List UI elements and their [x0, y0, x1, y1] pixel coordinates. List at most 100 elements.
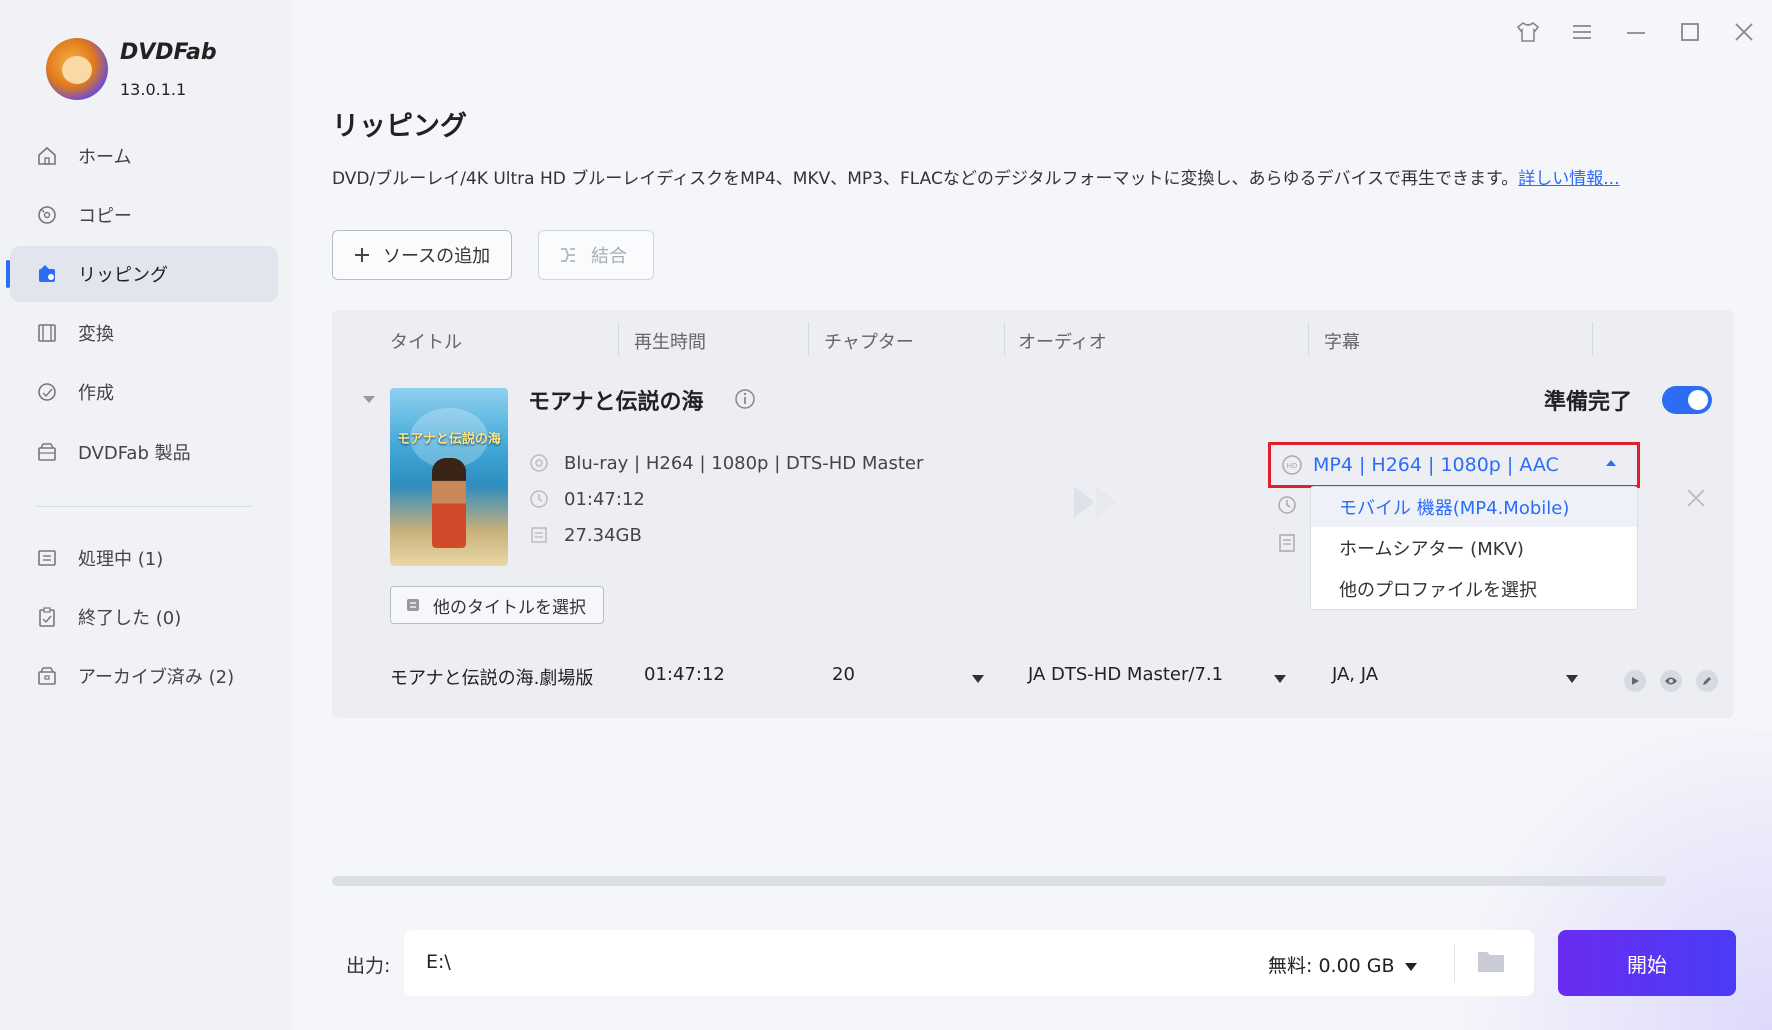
merge-button[interactable]: 結合 [538, 230, 654, 280]
edit-pencil-icon[interactable] [1696, 670, 1718, 692]
chapters-dropdown-caret[interactable] [972, 675, 984, 683]
app-version: 13.0.1.1 [120, 80, 187, 99]
profile-selected-value: MP4 | H264 | 1080p | AAC [1313, 454, 1559, 476]
collapse-chevron-icon[interactable] [362, 390, 376, 409]
sidebar-item-finished[interactable]: 終了した (0) [10, 589, 278, 645]
play-icon[interactable] [1624, 670, 1646, 692]
finished-clipboard-icon [34, 604, 60, 630]
ripper-icon [34, 261, 60, 287]
caret-down-icon [1404, 962, 1417, 971]
svg-text:HD: HD [1287, 462, 1298, 470]
sidebar-item-home[interactable]: ホーム [10, 128, 278, 184]
home-icon [34, 143, 60, 169]
profile-option-other[interactable]: 他のプロファイルを選択 [1311, 569, 1637, 609]
sidebar-item-label: DVDFab 製品 [78, 443, 191, 464]
disc-icon [528, 452, 550, 474]
sidebar-item-label: 処理中 (1) [78, 549, 164, 570]
page-title: リッピング [332, 111, 467, 142]
sidebar-divider [36, 506, 252, 507]
row-duration: 01:47:12 [644, 664, 725, 685]
sidebar-item-ripper[interactable]: リッピング [6, 246, 278, 302]
sidebar: DVDFab 13.0.1.1 ホーム コピー リッピング 変換 作成 DVDF… [0, 0, 292, 1030]
sidebar-item-processing[interactable]: 処理中 (1) [10, 530, 278, 586]
info-icon[interactable] [734, 388, 756, 414]
free-space-dropdown[interactable]: 無料: 0.00 GB [1268, 951, 1417, 978]
add-source-label: ソースの追加 [383, 246, 491, 267]
sidebar-item-label: ホーム [78, 147, 132, 168]
movie-duration: 01:47:12 [564, 488, 645, 510]
clock-icon [528, 488, 550, 510]
sidebar-item-label: 変換 [78, 324, 114, 345]
duration-row: 01:47:12 [528, 488, 645, 510]
audio-dropdown-caret[interactable] [1274, 675, 1286, 683]
subtitles-dropdown-caret[interactable] [1566, 675, 1578, 683]
more-info-link[interactable]: 詳しい情報... [1518, 169, 1619, 189]
start-button[interactable]: 開始 [1558, 930, 1736, 996]
sidebar-item-convert[interactable]: 変換 [10, 305, 278, 361]
add-source-button[interactable]: ソースの追加 [332, 230, 512, 280]
row-subtitles: JA, JA [1332, 664, 1379, 685]
brand-name: DVDFab [120, 40, 217, 65]
skin-shirt-icon[interactable] [1514, 18, 1542, 46]
sidebar-item-products[interactable]: DVDFab 製品 [10, 424, 278, 480]
sidebar-item-label: コピー [78, 206, 132, 227]
row-title-name: モアナと伝説の海.劇場版 [390, 668, 594, 689]
movie-poster: モアナと伝説の海 [390, 388, 508, 566]
sidebar-item-archived[interactable]: アーカイブ済み (2) [10, 648, 278, 704]
minimize-icon[interactable] [1622, 18, 1650, 46]
source-info: Blu-ray | H264 | 1080p | DTS-HD Master [564, 452, 924, 474]
merge-icon [559, 246, 577, 264]
file-size-icon [528, 524, 550, 546]
column-duration: 再生時間 [634, 332, 706, 353]
maximize-icon[interactable] [1676, 18, 1704, 46]
menu-icon[interactable] [1568, 18, 1596, 46]
folder-icon[interactable] [1476, 948, 1506, 974]
sidebar-item-label: 作成 [78, 383, 114, 404]
sidebar-item-label: リッピング [78, 265, 168, 286]
page-description: DVD/ブルーレイ/4K Ultra HD ブルーレイディスクをMP4、MKV、… [332, 164, 1620, 189]
close-window-icon[interactable] [1730, 18, 1758, 46]
column-subtitles: 字幕 [1324, 332, 1360, 353]
chevron-up-icon [1605, 459, 1617, 467]
settings-list-icon[interactable] [1276, 532, 1298, 554]
movie-title: モアナと伝説の海 [528, 390, 704, 415]
archive-icon [34, 663, 60, 689]
timer-icon[interactable] [1276, 494, 1298, 516]
profile-option-mobile[interactable]: モバイル 機器(MP4.Mobile) [1311, 487, 1637, 527]
remove-title-icon[interactable] [1684, 486, 1708, 510]
profile-disc-icon: HD [1281, 454, 1303, 476]
disc-create-icon [34, 379, 60, 405]
horizontal-scrollbar[interactable] [332, 876, 1666, 886]
preview-eye-icon[interactable] [1660, 670, 1682, 692]
free-space-text: 無料: 0.00 GB [1268, 955, 1395, 977]
sidebar-item-label: アーカイブ済み (2) [78, 667, 235, 688]
convert-arrow-icon [1072, 482, 1124, 526]
row-audio: JA DTS-HD Master/7.1 [1028, 664, 1224, 685]
column-title: タイトル [390, 332, 462, 353]
sidebar-item-create[interactable]: 作成 [10, 364, 278, 420]
description-text: DVD/ブルーレイ/4K Ultra HD ブルーレイディスクをMP4、MKV、… [332, 169, 1519, 189]
dvdfab-logo [46, 38, 108, 100]
profile-selector[interactable]: HD MP4 | H264 | 1080p | AAC [1268, 442, 1640, 488]
plus-icon [353, 246, 371, 264]
profile-option-home-theater[interactable]: ホームシアター (MKV) [1311, 528, 1637, 568]
output-label: 出力: [346, 955, 391, 977]
sidebar-item-label: 終了した (0) [78, 608, 182, 629]
column-audio: オーディオ [1018, 332, 1107, 353]
size-row: 27.34GB [528, 524, 642, 546]
box-icon [34, 439, 60, 465]
column-chapter: チャプター [824, 332, 914, 353]
merge-label: 結合 [591, 246, 627, 267]
row-chapters: 20 [832, 664, 855, 685]
movie-size: 27.34GB [564, 524, 642, 546]
ready-toggle[interactable] [1662, 386, 1712, 414]
select-other-titles-button[interactable]: 他のタイトルを選択 [390, 586, 604, 624]
poster-title: モアナと伝説の海 [397, 432, 501, 447]
sidebar-item-copy[interactable]: コピー [10, 187, 278, 243]
film-icon [34, 320, 60, 346]
ready-label: 準備完了 [1544, 390, 1633, 415]
output-path[interactable]: E:\ [426, 951, 451, 973]
processing-list-icon [34, 545, 60, 571]
profile-dropdown: モバイル 機器(MP4.Mobile) ホームシアター (MKV) 他のプロファ… [1310, 486, 1638, 610]
copy-icon [34, 202, 60, 228]
